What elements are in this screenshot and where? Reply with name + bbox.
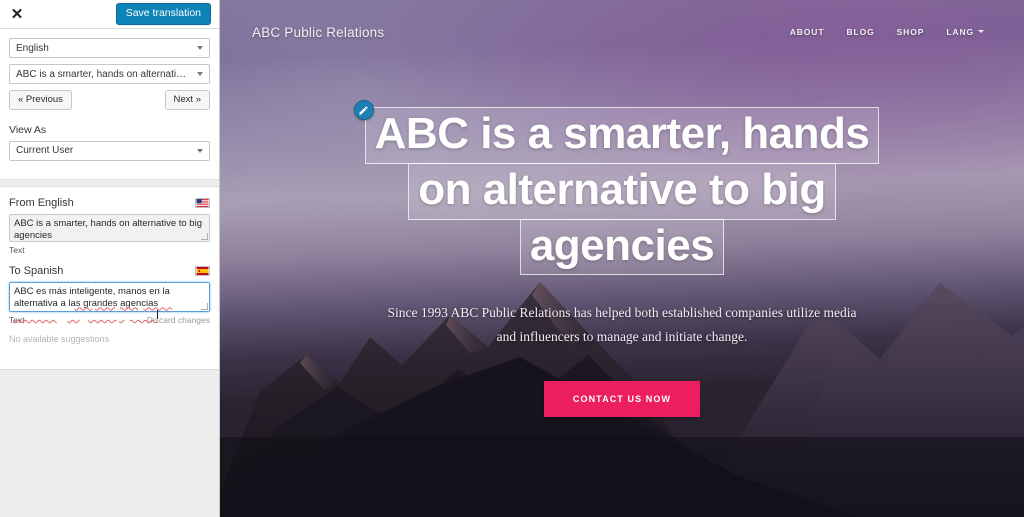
us-flag-icon [195, 197, 210, 208]
hero-subheading: Since 1993 ABC Public Relations has help… [387, 305, 857, 344]
next-button[interactable]: Next » [164, 90, 210, 110]
es-flag-icon [195, 265, 210, 276]
sidebar-footer-panel [0, 369, 219, 517]
language-select[interactable]: English [9, 38, 210, 58]
source-meta-label: Text [9, 244, 25, 255]
nav-item-lang[interactable]: LANG [946, 27, 984, 37]
target-language-label: To Spanish [9, 264, 64, 277]
hero-section: ABC is a smarter, hands on alternative t… [220, 100, 1024, 417]
source-language-header: From English [9, 197, 210, 209]
website-preview: ABC Public Relations ABOUT BLOG SHOP LAN… [220, 0, 1024, 517]
source-meta: Text [9, 245, 210, 255]
target-meta-label: Text [9, 314, 25, 325]
nav-item-shop[interactable]: SHOP [897, 27, 925, 37]
headline-line-3[interactable]: agencies [519, 218, 725, 276]
sidebar-controls: English ABC is a smarter, hands on alter… [0, 29, 219, 167]
site-header: ABC Public Relations ABOUT BLOG SHOP LAN… [220, 0, 1024, 64]
string-select[interactable]: ABC is a smarter, hands on alternative t… [9, 64, 210, 84]
target-textarea[interactable] [9, 281, 210, 312]
source-textarea[interactable] [9, 213, 210, 242]
app-root: ✕ Save translation English ABC is a smar… [0, 0, 1024, 517]
translation-sidebar: ✕ Save translation English ABC is a smar… [0, 0, 220, 517]
site-nav: ABOUT BLOG SHOP LANG [790, 27, 984, 37]
language-select-value: English [16, 42, 49, 54]
source-text-wrap [9, 213, 210, 242]
headline-line-1[interactable]: ABC is a smarter, hands [364, 107, 880, 164]
suggestions-status: No available suggestions [9, 333, 110, 344]
sidebar-divider [0, 178, 219, 187]
string-navigation: « Previous Next » [9, 90, 210, 110]
chevron-down-icon [197, 46, 203, 50]
source-language-label: From English [9, 196, 74, 209]
chevron-down-icon [978, 30, 984, 33]
sidebar-toolbar: ✕ Save translation [0, 0, 219, 29]
chevron-down-icon [197, 148, 203, 153]
string-select-value: ABC is a smarter, hands on alternative t… [16, 68, 191, 80]
nav-item-lang-label: LANG [946, 27, 974, 37]
headline-line-2[interactable]: on alternative to big [408, 162, 836, 220]
translation-editor: From English Text [0, 186, 219, 344]
pencil-edit-icon[interactable] [353, 100, 374, 120]
target-meta: Text Discard changes [9, 315, 210, 325]
target-text-wrap: ABC es más inteligente, manos en la alte… [9, 281, 210, 320]
contact-us-button[interactable]: CONTACT US NOW [543, 380, 701, 417]
chevron-down-icon [197, 72, 203, 76]
close-icon[interactable]: ✕ [6, 3, 28, 25]
discard-changes-link[interactable]: Discard changes [147, 315, 210, 325]
target-language-header: To Spanish [9, 265, 210, 277]
save-translation-button[interactable]: Save translation [115, 2, 211, 26]
view-as-label: View As [9, 123, 47, 136]
site-brand[interactable]: ABC Public Relations [252, 25, 384, 40]
view-as-select-value: Current User [16, 145, 74, 156]
nav-item-blog[interactable]: BLOG [846, 27, 874, 37]
view-as-select[interactable]: Current User [9, 140, 210, 161]
nav-item-about[interactable]: ABOUT [790, 27, 825, 37]
hero-headline: ABC is a smarter, hands on alternative t… [220, 100, 1024, 276]
previous-button[interactable]: « Previous [9, 90, 72, 110]
